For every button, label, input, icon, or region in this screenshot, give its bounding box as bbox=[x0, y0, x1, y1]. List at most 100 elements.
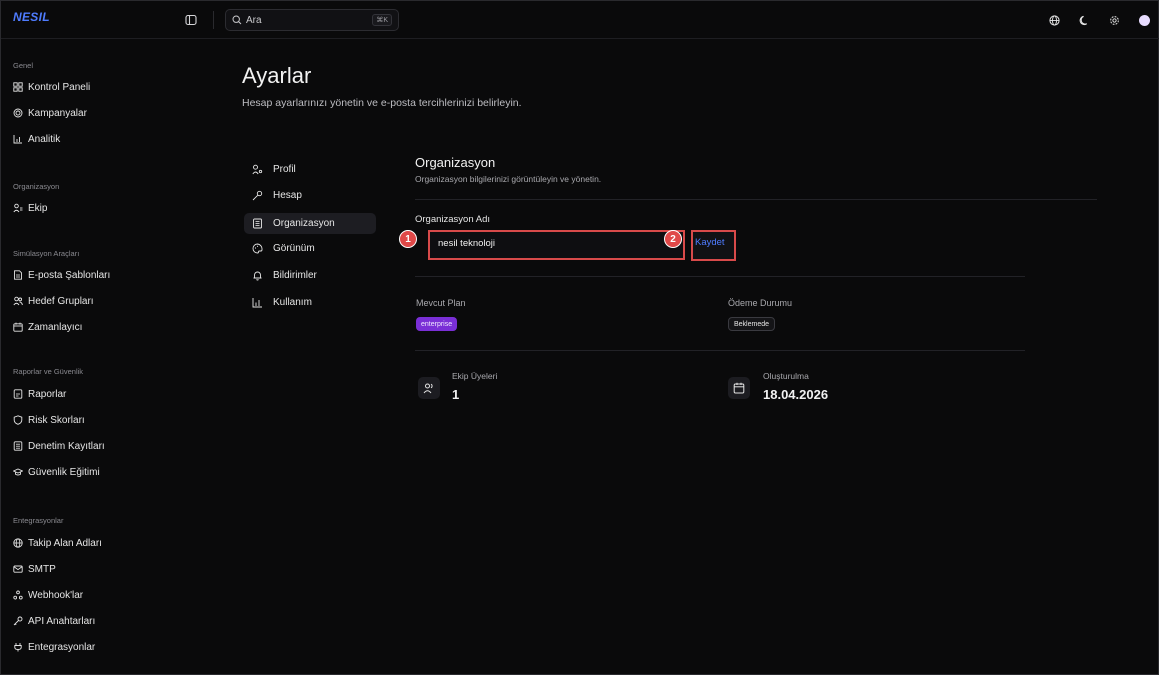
sidebar-item-label: Analitik bbox=[28, 133, 61, 145]
shield-icon bbox=[13, 415, 23, 425]
settings-tab-bildirimler[interactable]: Bildirimler bbox=[244, 265, 376, 286]
sidebar-item-raporlar[interactable]: Raporlar bbox=[13, 384, 66, 404]
settings-tab-label: Bildirimler bbox=[273, 270, 317, 281]
payment-status-label: Ödeme Durumu bbox=[728, 298, 793, 308]
group-icon bbox=[13, 296, 23, 306]
mail-icon bbox=[13, 565, 23, 573]
key-icon bbox=[13, 616, 23, 626]
section-subtitle: Organizasyon bilgilerinizi görüntüleyin … bbox=[415, 174, 602, 184]
sidebar-item-kontrol-paneli[interactable]: Kontrol Paneli bbox=[13, 77, 90, 97]
payment-status-badge: Beklemede bbox=[728, 317, 776, 331]
plug-icon bbox=[14, 643, 22, 652]
plan-label: Mevcut Plan bbox=[416, 298, 466, 308]
plan-badge: enterprise bbox=[416, 317, 458, 331]
language-button[interactable] bbox=[1046, 12, 1062, 28]
sidebar-item-e-posta-sablonlari[interactable]: E-posta Şablonları bbox=[13, 265, 110, 285]
report-icon bbox=[13, 389, 23, 399]
sidebar-item-label: Webhook'lar bbox=[28, 589, 84, 601]
sidebar-item-label: Kontrol Paneli bbox=[28, 81, 91, 93]
sidebar-item-label: SMTP bbox=[28, 563, 56, 575]
sidebar-item-label: Hedef Grupları bbox=[28, 295, 94, 307]
graduation-icon bbox=[13, 468, 23, 476]
save-button[interactable]: Kaydet bbox=[691, 230, 736, 261]
settings-tab-gorunum[interactable]: Görünüm bbox=[244, 238, 376, 259]
sidebar-item-label: Risk Skorları bbox=[28, 414, 85, 426]
sidebar: Genel Kontrol Paneli Kampanyalar Analiti… bbox=[1, 39, 176, 675]
target-icon bbox=[13, 108, 23, 118]
settings-tab-profil[interactable]: Profil bbox=[244, 159, 376, 180]
settings-tab-label: Organizasyon bbox=[273, 218, 335, 229]
settings-tab-label: Görünüm bbox=[273, 243, 315, 254]
sidebar-toggle-icon bbox=[185, 14, 197, 26]
search-shortcut: ⌘K bbox=[372, 14, 392, 26]
sidebar-item-zamanlayici[interactable]: Zamanlayıcı bbox=[13, 317, 82, 337]
sidebar-item-label: Denetim Kayıtları bbox=[28, 440, 105, 452]
user-menu-button[interactable] bbox=[1136, 12, 1152, 28]
members-icon-box bbox=[418, 377, 440, 399]
dashboard-icon bbox=[13, 82, 23, 92]
bell-icon bbox=[253, 271, 262, 281]
sidebar-item-guvenlik-egitimi[interactable]: Güvenlik Eğitimi bbox=[13, 462, 100, 482]
sidebar-item-entegrasyonlar[interactable]: Entegrasyonlar bbox=[13, 637, 95, 657]
sidebar-item-label: Raporlar bbox=[28, 388, 67, 400]
globe-icon bbox=[13, 538, 23, 548]
calendar-icon bbox=[13, 322, 23, 332]
members-label: Ekip Üyeleri bbox=[452, 371, 498, 381]
sidebar-item-label: Kampanyalar bbox=[28, 107, 87, 119]
settings-tab-label: Kullanım bbox=[273, 297, 312, 308]
search-icon bbox=[232, 15, 242, 25]
org-name-input[interactable]: nesil teknoloji bbox=[428, 230, 685, 260]
user-key-icon bbox=[252, 164, 263, 175]
section-title: Organizasyon bbox=[415, 155, 496, 170]
search-input[interactable]: Ara ⌘K bbox=[225, 9, 399, 31]
sidebar-section-simulasyon: Simülasyon Araçları bbox=[13, 249, 80, 258]
users-icon bbox=[13, 203, 23, 213]
sidebar-item-takip-alan-adlari[interactable]: Takip Alan Adları bbox=[13, 533, 102, 553]
sidebar-item-risk-skorlari[interactable]: Risk Skorları bbox=[13, 410, 85, 430]
key-icon bbox=[252, 190, 263, 201]
settings-tab-kullanim[interactable]: Kullanım bbox=[244, 292, 376, 313]
sidebar-item-label: API Anahtarları bbox=[28, 615, 96, 627]
top-bar: NESIL Ara ⌘K bbox=[1, 1, 1159, 39]
webhook-icon bbox=[13, 590, 23, 600]
sidebar-item-analitik[interactable]: Analitik bbox=[13, 129, 60, 149]
sidebar-item-api-anahtarlari[interactable]: API Anahtarları bbox=[13, 611, 95, 631]
sidebar-item-webhooklar[interactable]: Webhook'lar bbox=[13, 585, 83, 605]
palette-icon bbox=[252, 243, 263, 254]
chart-icon bbox=[13, 135, 22, 144]
sidebar-item-label: Entegrasyonlar bbox=[28, 641, 96, 653]
sidebar-item-label: Zamanlayıcı bbox=[28, 321, 83, 333]
sidebar-item-label: Takip Alan Adları bbox=[28, 537, 102, 549]
divider bbox=[213, 11, 214, 29]
sidebar-item-smtp[interactable]: SMTP bbox=[13, 559, 56, 579]
sidebar-item-ekip[interactable]: Ekip bbox=[13, 198, 47, 218]
page-title: Ayarlar bbox=[242, 63, 312, 88]
globe-icon bbox=[1048, 14, 1060, 26]
page-subtitle: Hesap ayarlarınızı yönetin ve e-posta te… bbox=[242, 97, 522, 109]
sidebar-item-denetim-kayitlari[interactable]: Denetim Kayıtları bbox=[13, 436, 105, 456]
divider bbox=[415, 199, 1097, 200]
divider bbox=[415, 276, 1025, 277]
created-date: 18.04.2026 bbox=[763, 387, 829, 402]
avatar bbox=[1138, 14, 1150, 26]
sidebar-item-label: E-posta Şablonları bbox=[28, 269, 111, 281]
theme-toggle-button[interactable] bbox=[1076, 12, 1092, 28]
sidebar-item-hedef-gruplari[interactable]: Hedef Grupları bbox=[13, 291, 94, 311]
search-placeholder: Ara bbox=[246, 14, 262, 26]
created-icon-box bbox=[728, 377, 750, 399]
sidebar-toggle-button[interactable] bbox=[182, 11, 200, 29]
created-label: Oluşturulma bbox=[763, 371, 809, 381]
settings-button[interactable] bbox=[1106, 12, 1122, 28]
app-window: NESIL Ara ⌘K Genel Kontrol Paneli Kampan… bbox=[0, 0, 1159, 675]
chart-icon bbox=[252, 298, 262, 308]
brand-logo[interactable]: NESIL bbox=[13, 10, 50, 24]
sidebar-item-kampanyalar[interactable]: Kampanyalar bbox=[13, 103, 87, 123]
members-count: 1 bbox=[452, 387, 460, 402]
building-icon bbox=[253, 218, 262, 229]
sidebar-section-raporlar: Raporlar ve Güvenlik bbox=[13, 367, 84, 376]
settings-tab-organizasyon[interactable]: Organizasyon bbox=[244, 213, 376, 234]
sidebar-item-label: Güvenlik Eğitimi bbox=[28, 466, 100, 478]
settings-tab-hesap[interactable]: Hesap bbox=[244, 185, 376, 206]
annotation-marker-1: 1 bbox=[399, 230, 417, 248]
annotation-marker-2: 2 bbox=[664, 230, 682, 248]
